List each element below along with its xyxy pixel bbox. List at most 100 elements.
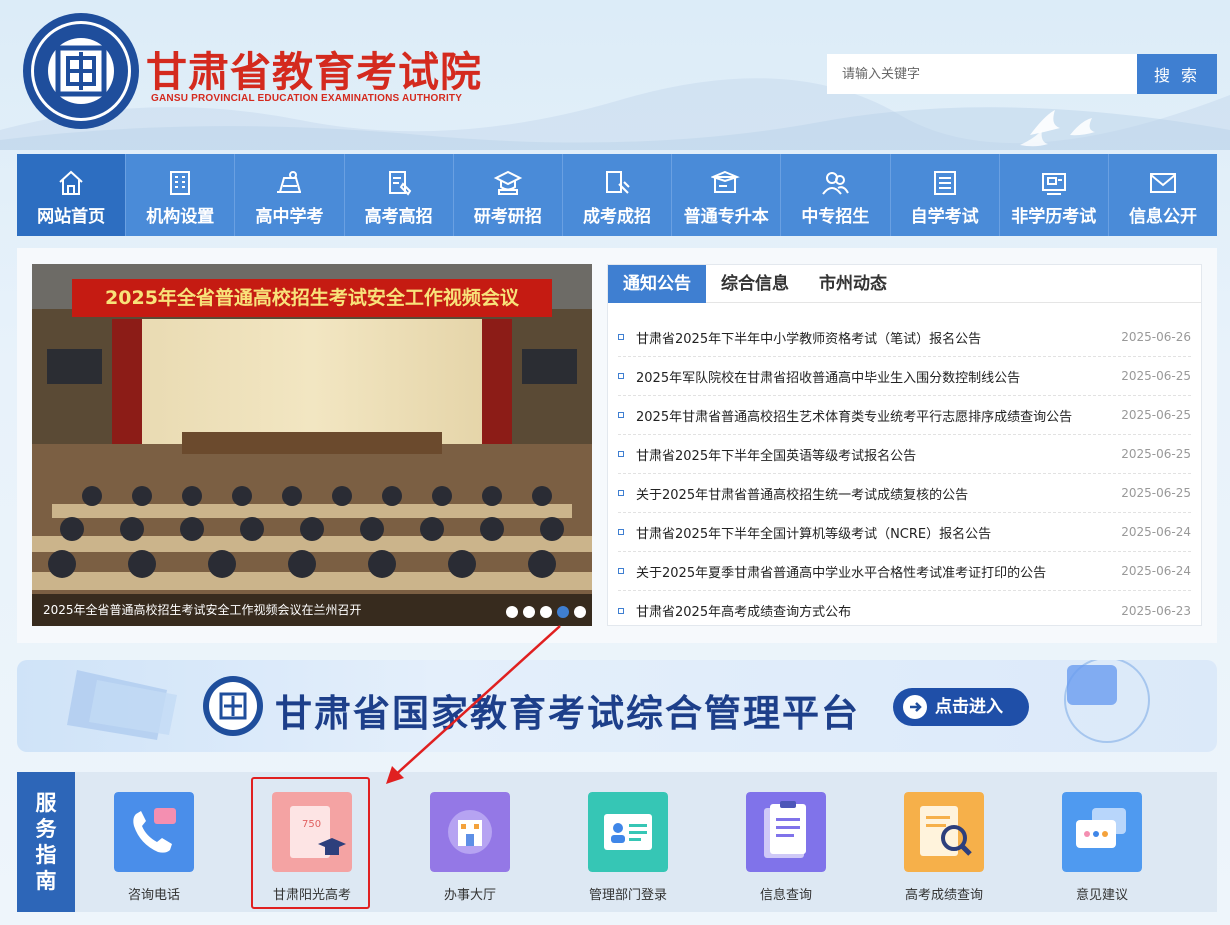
service-label-char: 服 <box>35 791 57 815</box>
site-subtitle: GANSU PROVINCIAL EDUCATION EXAMINATIONS … <box>151 93 463 104</box>
slide-dot-active[interactable] <box>557 606 569 618</box>
bullet-icon <box>618 568 624 574</box>
nav-label: 自学考试 <box>910 207 979 227</box>
search-input[interactable] <box>827 54 1137 94</box>
news-date: 2025-06-24 <box>1121 564 1191 578</box>
list-icon <box>933 171 956 195</box>
search-button[interactable]: 搜 索 <box>1137 54 1217 94</box>
nav-label: 高考高招 <box>364 207 433 227</box>
nav-item-info-disclosure[interactable]: 信息公开 <box>1109 154 1217 236</box>
news-item[interactable]: 甘肃省2025年下半年全国计算机等级考试（NCRE）报名公告 2025-06-24 <box>618 513 1191 552</box>
graduation-icon <box>493 170 523 195</box>
emblem-logo[interactable] <box>22 12 140 130</box>
tab-general-info[interactable]: 综合信息 <box>706 265 804 303</box>
pen-paper-icon <box>388 171 411 196</box>
news-date: 2025-06-25 <box>1121 408 1191 422</box>
tablet-pen-icon <box>606 171 630 194</box>
service-consult-phone[interactable]: 咨询电话 <box>94 792 214 903</box>
service-label: 意见建议 <box>1075 888 1128 903</box>
news-title[interactable]: 甘肃省2025年下半年中小学教师资格考试（笔试）报名公告 <box>636 328 1111 347</box>
enter-platform-label: 点击进入 <box>935 697 1003 717</box>
service-admin-login[interactable]: 管理部门登录 <box>568 792 688 903</box>
news-date: 2025-06-25 <box>1121 369 1191 383</box>
service-label: 管理部门登录 <box>588 888 667 903</box>
tab-city-news[interactable]: 市州动态 <box>804 265 902 303</box>
nav-item-adult-exam[interactable]: 成考成招 <box>563 154 673 236</box>
main-nav: 网站首页 机构设置 高中学考 高考高招 研考研招 成考成招 普通专升本 中专招生… <box>17 154 1217 236</box>
news-date: 2025-06-25 <box>1121 447 1191 461</box>
nav-item-home[interactable]: 网站首页 <box>17 154 127 236</box>
certificate-icon <box>1041 173 1066 195</box>
news-item[interactable]: 关于2025年甘肃省普通高校招生统一考试成绩复核的公告 2025-06-25 <box>618 474 1191 513</box>
tab-notices[interactable]: 通知公告 <box>608 265 706 303</box>
nav-label: 成考成招 <box>583 207 652 227</box>
news-item[interactable]: 甘肃省2025年下半年中小学教师资格考试（笔试）报名公告 2025-06-26 <box>618 318 1191 357</box>
news-item[interactable]: 2025年军队院校在甘肃省招收普通高中毕业生入围分数控制线公告 2025-06-2… <box>618 357 1191 396</box>
people-icon <box>822 172 850 195</box>
building-icon <box>170 171 191 195</box>
news-title[interactable]: 2025年甘肃省普通高校招生艺术体育类专业统考平行志愿排序成绩查询公告 <box>636 406 1111 425</box>
bullet-icon <box>618 412 624 418</box>
slide-dot[interactable] <box>540 606 552 618</box>
news-item[interactable]: 关于2025年夏季甘肃省普通高中学业水平合格性考试准考证打印的公告 2025-06… <box>618 552 1191 591</box>
service-feedback[interactable]: 意见建议 <box>1042 792 1162 903</box>
nav-item-upgrade[interactable]: 普通专升本 <box>672 154 782 236</box>
nav-item-secondary-vocational[interactable]: 中专招生 <box>781 154 891 236</box>
slide-dot[interactable] <box>506 606 518 618</box>
nav-item-gaokao[interactable]: 高考高招 <box>345 154 454 236</box>
news-item[interactable]: 2025年甘肃省普通高校招生艺术体育类专业统考平行志愿排序成绩查询公告 2025-… <box>618 396 1191 435</box>
slide-dot[interactable] <box>574 606 586 618</box>
news-title[interactable]: 甘肃省2025年下半年全国计算机等级考试（NCRE）报名公告 <box>636 523 1111 542</box>
nav-item-graduate-exam[interactable]: 研考研招 <box>454 154 563 236</box>
bullet-icon <box>618 373 624 379</box>
news-title[interactable]: 2025年军队院校在甘肃省招收普通高中毕业生入围分数控制线公告 <box>636 367 1111 386</box>
nav-item-non-degree[interactable]: 非学历考试 <box>1000 154 1109 236</box>
nav-label: 信息公开 <box>1128 207 1197 227</box>
hall-icon <box>430 792 510 872</box>
slide-caption[interactable]: 2025年全省普通高校招生考试安全工作视频会议在兰州召开 <box>43 601 362 618</box>
service-label-char: 指 <box>35 843 57 867</box>
service-info-query[interactable]: 信息查询 <box>726 792 846 903</box>
nav-label: 中专招生 <box>801 207 870 227</box>
home-icon <box>59 170 83 195</box>
clipboard-icon <box>746 792 826 872</box>
news-panel: 通知公告 综合信息 市州动态 甘肃省2025年下半年中小学教师资格考试（笔试）报… <box>607 264 1202 626</box>
service-gaokao-score-query[interactable]: 高考成绩查询 <box>884 792 1004 903</box>
platform-banner[interactable]: 甘肃省国家教育考试综合管理平台 点击进入 <box>17 660 1217 752</box>
nav-item-self-study[interactable]: 自学考试 <box>891 154 1000 236</box>
slide-photo: 2025年全省普通高校招生考试安全工作视频会议 <box>32 264 592 626</box>
service-label: 信息查询 <box>759 888 812 903</box>
nav-item-organization[interactable]: 机构设置 <box>126 154 236 236</box>
enter-platform-button[interactable]: 点击进入 <box>893 688 1029 726</box>
news-date: 2025-06-24 <box>1121 525 1191 539</box>
news-item[interactable]: 甘肃省2025年高考成绩查询方式公布 2025-06-23 <box>618 591 1191 630</box>
nav-item-high-school-exam[interactable]: 高中学考 <box>235 154 345 236</box>
nav-label: 普通专升本 <box>683 207 769 227</box>
news-title[interactable]: 关于2025年甘肃省普通高校招生统一考试成绩复核的公告 <box>636 484 1111 503</box>
screen-cap-icon <box>711 170 741 193</box>
site-title[interactable]: 甘肃省教育考试院 <box>146 38 482 98</box>
nav-label: 机构设置 <box>146 207 215 227</box>
slide-dot[interactable] <box>523 606 535 618</box>
platform-title: 甘肃省国家教育考试综合管理平台 <box>275 692 860 735</box>
bullet-icon <box>618 451 624 457</box>
news-title[interactable]: 甘肃省2025年下半年全国英语等级考试报名公告 <box>636 445 1111 464</box>
news-title[interactable]: 关于2025年夏季甘肃省普通高中学业水平合格性考试准考证打印的公告 <box>636 562 1111 581</box>
service-label-char: 南 <box>35 869 57 893</box>
bullet-icon <box>618 529 624 535</box>
doves-decoration <box>1020 110 1095 147</box>
highlight-box <box>251 777 370 909</box>
arrow-right-icon <box>903 695 927 719</box>
slide-banner-text: 2025年全省普通高校招生考试安全工作视频会议 <box>105 286 520 309</box>
service-guide: 服 务 指 南 咨询电话 750 甘肃阳光高考 办事大厅 管理部门登录 信息查询… <box>17 772 1217 912</box>
phone-chat-icon <box>114 792 194 872</box>
bullet-icon <box>618 334 624 340</box>
news-item[interactable]: 甘肃省2025年下半年全国英语等级考试报名公告 2025-06-25 <box>618 435 1191 474</box>
news-date: 2025-06-23 <box>1121 603 1191 618</box>
service-guide-label: 服 务 指 南 <box>17 772 75 912</box>
books-icon <box>277 171 302 193</box>
chat-bubbles-icon <box>1062 792 1142 872</box>
service-office-hall[interactable]: 办事大厅 <box>410 792 530 903</box>
news-slideshow[interactable]: 2025年全省普通高校招生考试安全工作视频会议 2025年全省普通高校招生考试安… <box>32 264 592 626</box>
news-title[interactable]: 甘肃省2025年高考成绩查询方式公布 <box>636 601 1111 620</box>
